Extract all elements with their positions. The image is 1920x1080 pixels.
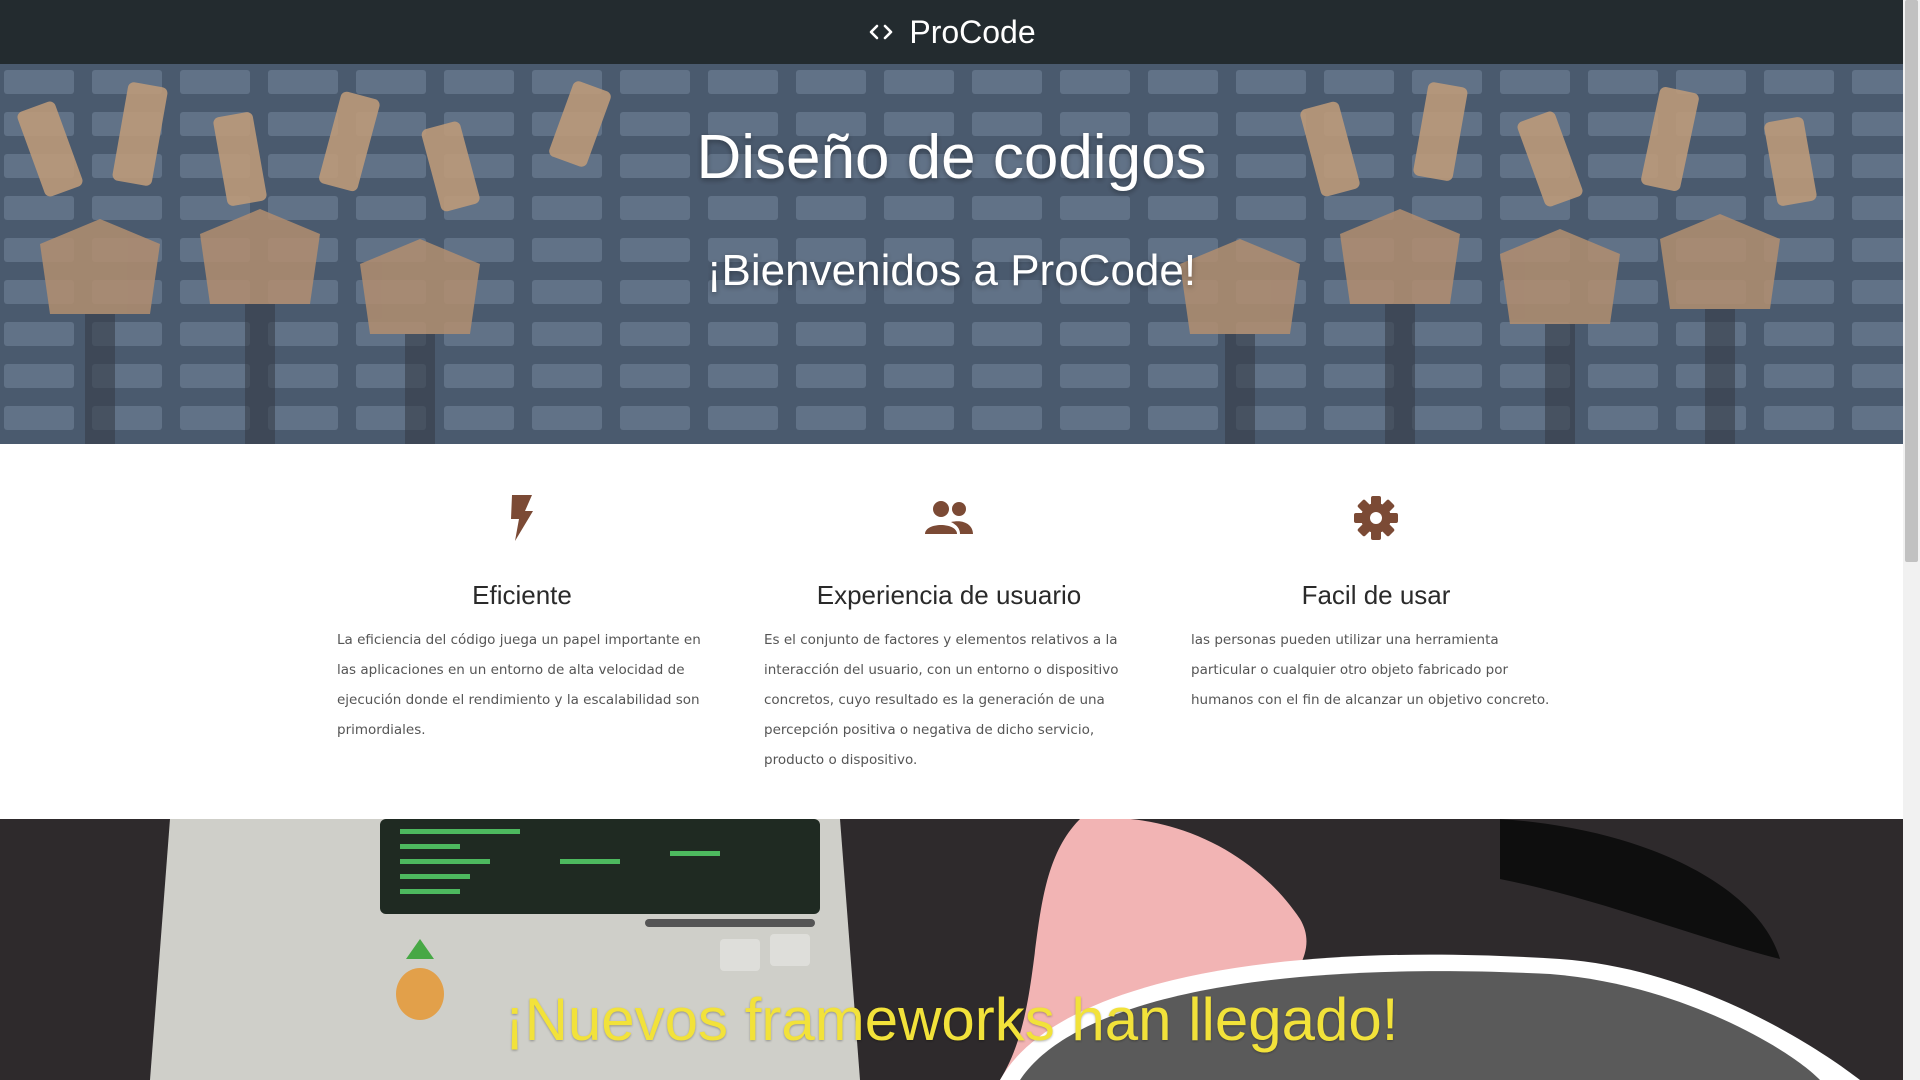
hero-title: Diseño de codigos [696,123,1207,192]
feature-text: las personas pueden utilizar una herrami… [1191,632,1550,708]
feature-facil: Facil de usar las personas pueden utiliz… [1191,494,1561,715]
vertical-scrollbar[interactable] [1903,0,1920,1080]
users-icon [764,494,1134,542]
feature-title: Eficiente [472,580,572,610]
feature-title: Facil de usar [1301,580,1451,610]
brand-name: ProCode [909,14,1036,50]
hero-section: Diseño de codigos ¡Bienvenidos a ProCode… [0,64,1903,444]
feature-text: Es el conjunto de factores y elementos r… [764,632,1119,768]
features-section: Eficiente La eficiencia del código juega… [0,444,1903,819]
hero-subtitle: ¡Bienvenidos a ProCode! [706,246,1197,295]
banner-title: ¡Nuevos frameworks han llegado! [504,986,1399,1053]
scrollbar-thumb[interactable] [1905,0,1918,562]
gear-icon [1191,494,1561,542]
frameworks-banner: ¡Nuevos frameworks han llegado! [0,819,1903,1080]
lightning-bolt-icon [337,494,707,542]
feature-text: La eficiencia del código juega un papel … [337,632,701,738]
page: ProCode Diseño de codigos ¡Bienvenidos a… [0,0,1903,1080]
feature-title: Experiencia de usuario [816,580,1082,610]
code-brackets-icon [867,18,895,46]
top-navbar: ProCode [0,0,1903,64]
feature-experiencia: Experiencia de usuario Es el conjunto de… [764,494,1134,775]
feature-eficiente: Eficiente La eficiencia del código juega… [337,494,707,745]
brand[interactable]: ProCode [867,14,1036,50]
